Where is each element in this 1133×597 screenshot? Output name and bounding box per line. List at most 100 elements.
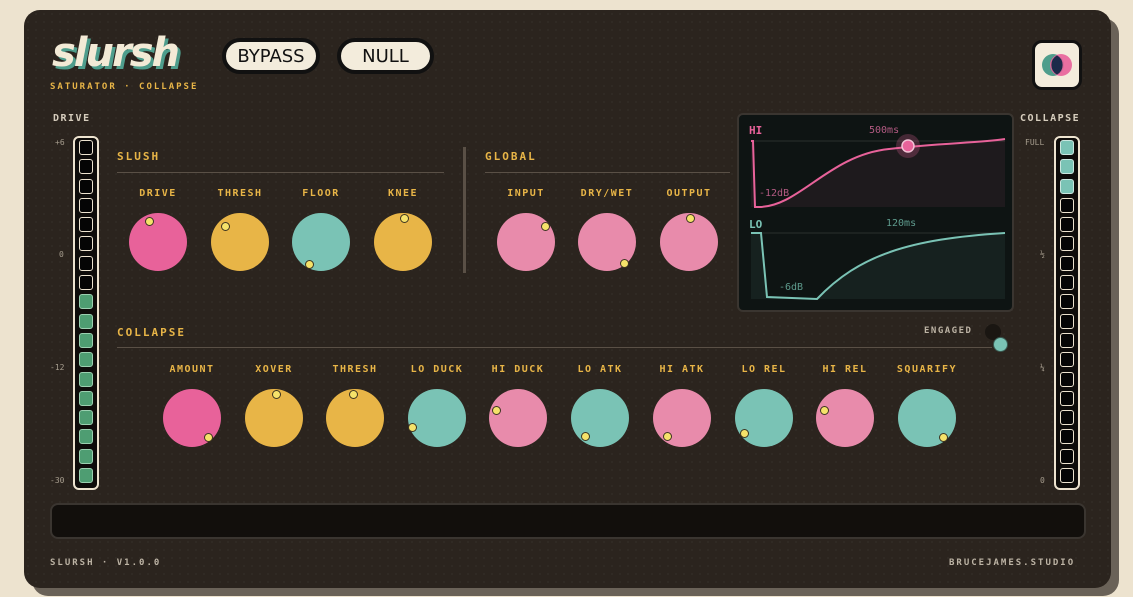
meter-cell: [1060, 255, 1074, 271]
global-section-title: GLOBAL: [485, 150, 537, 163]
collapse-knob-label: SQUARIFY: [896, 364, 958, 375]
meter-cell: [1060, 275, 1074, 291]
collapse-knob-hi-atk[interactable]: [653, 389, 711, 447]
knob-indicator: [408, 423, 417, 432]
slush-knob-floor[interactable]: [292, 213, 350, 271]
meter-cell: [1060, 429, 1074, 445]
knob-indicator: [349, 390, 358, 399]
drive-meter-label: DRIVE: [53, 113, 91, 124]
meter-cell: [1060, 390, 1074, 406]
slush-knob-thresh[interactable]: [211, 213, 269, 271]
null-button[interactable]: NULL: [337, 38, 434, 74]
collapse-tick: FULL: [1025, 138, 1045, 147]
status-bar: [50, 503, 1086, 539]
engaged-toggle[interactable]: [985, 324, 1008, 352]
meter-cell: [79, 159, 93, 175]
meter-cell: [79, 448, 93, 464]
meter-cell: [1060, 159, 1074, 175]
collapse-tick: ¼: [1040, 363, 1045, 372]
version-label: SLURSH · V1.0.0: [50, 558, 162, 568]
brand-logo-button[interactable]: [1032, 40, 1082, 90]
scope-lo-gain: -6dB: [779, 282, 804, 293]
knob-indicator: [145, 217, 154, 226]
collapse-knob-thresh[interactable]: [326, 389, 384, 447]
collapse-knob-label: LO REL: [741, 364, 787, 375]
collapse-knob-squarify[interactable]: [898, 389, 956, 447]
drive-tick: -12: [50, 363, 65, 372]
collapse-meter-label: COLLAPSE: [1020, 113, 1081, 124]
meter-cell: [79, 390, 93, 406]
slush-knob-knee[interactable]: [374, 213, 432, 271]
knob-indicator: [541, 222, 550, 231]
meter-cell: [1060, 410, 1074, 426]
collapse-knob-lo-duck[interactable]: [408, 389, 466, 447]
bypass-button[interactable]: BYPASS: [222, 38, 320, 74]
collapse-knob-label: HI DUCK: [491, 364, 545, 375]
meter-cell: [79, 197, 93, 213]
envelope-scope: HI 500ms -12dB LO 120ms -6dB: [737, 113, 1014, 312]
collapse-knob-label: HI REL: [822, 364, 868, 375]
slush-section-title: SLUSH: [117, 150, 161, 163]
collapse-knob-label: HI ATK: [659, 364, 705, 375]
meter-cell: [79, 429, 93, 445]
meter-cell: [79, 236, 93, 252]
global-knob-dry-wet[interactable]: [578, 213, 636, 271]
collapse-knob-hi-duck[interactable]: [489, 389, 547, 447]
slush-knob-label: FLOOR: [302, 188, 340, 199]
meter-cell: [79, 313, 93, 329]
app-subtitle: SATURATOR · COLLAPSE: [50, 82, 199, 92]
global-knob-label: INPUT: [507, 188, 545, 199]
meter-cell: [1060, 468, 1074, 484]
meter-cell: [1060, 313, 1074, 329]
meter-cell: [79, 332, 93, 348]
meter-cell: [1060, 217, 1074, 233]
meter-cell: [1060, 371, 1074, 387]
knob-indicator: [939, 433, 948, 442]
meter-cell: [1060, 197, 1074, 213]
meter-cell: [79, 255, 93, 271]
meter-cell: [1060, 294, 1074, 310]
meter-cell: [79, 217, 93, 233]
collapse-section-title: COLLAPSE: [117, 326, 186, 339]
scope-hi-time: 500ms: [869, 125, 900, 136]
knob-indicator: [686, 214, 695, 223]
meter-cell: [1060, 448, 1074, 464]
meter-cell: [79, 275, 93, 291]
meter-cell: [1060, 140, 1074, 155]
knob-indicator: [620, 259, 629, 268]
collapse-knob-label: XOVER: [255, 364, 293, 375]
collapse-tick: 0: [1040, 476, 1045, 485]
collapse-knob-lo-atk[interactable]: [571, 389, 629, 447]
meter-cell: [1060, 178, 1074, 194]
global-knob-input[interactable]: [497, 213, 555, 271]
global-knob-output[interactable]: [660, 213, 718, 271]
collapse-knob-amount[interactable]: [163, 389, 221, 447]
knob-indicator: [305, 260, 314, 269]
collapse-knob-hi-rel[interactable]: [816, 389, 874, 447]
meter-cell: [1060, 236, 1074, 252]
scope-hi-gain: -12dB: [759, 188, 790, 199]
knob-indicator: [581, 432, 590, 441]
slush-knob-label: DRIVE: [139, 188, 177, 199]
collapse-knob-label: LO DUCK: [410, 364, 464, 375]
scope-lo-time: 120ms: [886, 218, 917, 229]
meter-cell: [1060, 352, 1074, 368]
collapse-knob-xover[interactable]: [245, 389, 303, 447]
knob-indicator: [492, 406, 501, 415]
knob-indicator: [740, 429, 749, 438]
meter-cell: [79, 294, 93, 310]
slush-knob-drive[interactable]: [129, 213, 187, 271]
hi-release-handle: [901, 139, 915, 153]
collapse-tick: ½: [1040, 250, 1045, 259]
scope-lo-label: LO: [749, 218, 763, 231]
overlap-circles-icon: [1042, 54, 1072, 76]
knob-indicator: [663, 432, 672, 441]
knob-indicator: [221, 222, 230, 231]
collapse-knob-label: LO ATK: [577, 364, 623, 375]
slush-knob-label: THRESH: [217, 188, 263, 199]
collapse-meter: [1054, 136, 1080, 490]
knob-indicator: [820, 406, 829, 415]
meter-cell: [79, 468, 93, 484]
meter-cell: [1060, 332, 1074, 348]
collapse-knob-lo-rel[interactable]: [735, 389, 793, 447]
